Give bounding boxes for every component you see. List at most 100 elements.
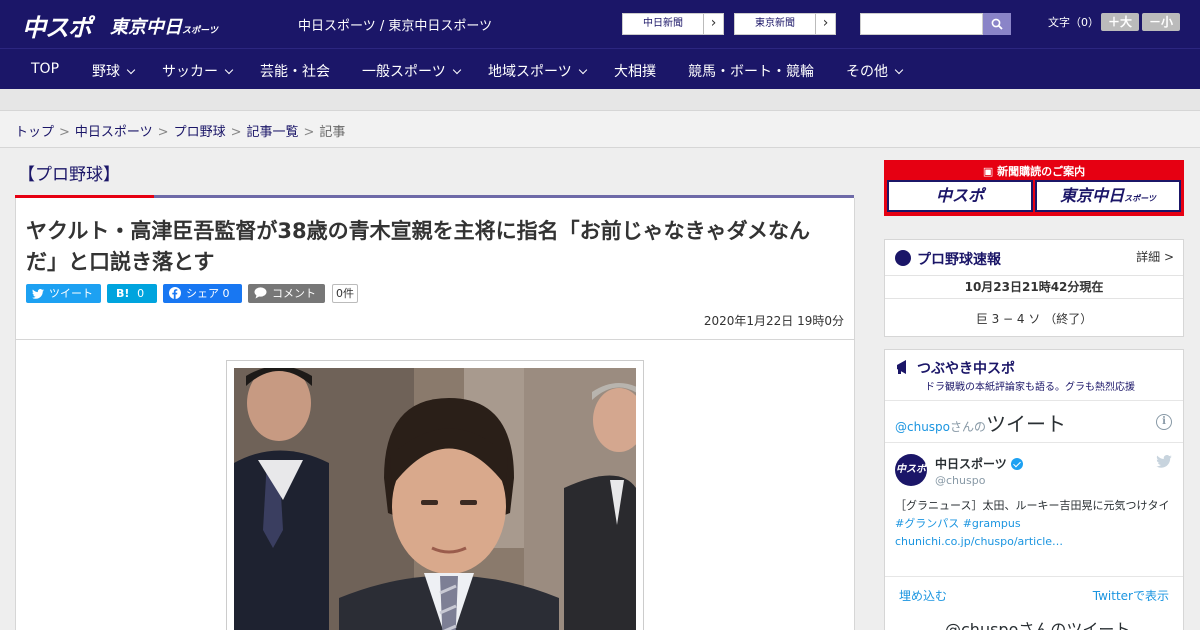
scores-detail-link[interactable]: 詳細 > (1136, 248, 1174, 265)
category-heading: 【プロ野球】 (18, 165, 120, 185)
view-on-twitter-link[interactable]: Twitterで表示 (1093, 587, 1169, 604)
search-icon (991, 18, 1003, 30)
hatena-count: 0 (137, 287, 145, 300)
breadcrumb-separator: > (303, 125, 315, 140)
newspaper-icon: ▣ (982, 165, 994, 178)
nav-item-local-sports[interactable]: 地域スポーツ (488, 61, 587, 81)
game-score[interactable]: 巨 3 − 4 ソ （終了） (885, 310, 1183, 327)
tokyo-shimbun-link[interactable]: 東京新聞 › (734, 13, 836, 35)
chevron-down-icon (452, 65, 461, 75)
tokyo-chunichi-logo[interactable]: 東京中日スポーツ (110, 13, 218, 39)
top-header: 中スポ 東京中日スポーツ 中日スポーツ / 東京中日スポーツ 中日新聞 › 東京… (0, 0, 1200, 48)
facebook-icon (169, 287, 181, 299)
nav-item-label: 野球 (92, 64, 120, 80)
timeline-handle[interactable]: @chuspo (895, 420, 950, 434)
tweet-account-name[interactable]: 中日スポーツ (935, 455, 1023, 472)
chunichi-shimbun-label: 中日新聞 (643, 18, 683, 29)
timeline-heading: @chuspoさんのツイート (895, 408, 1066, 437)
nav-item-label: 一般スポーツ (362, 64, 446, 80)
breadcrumb-top[interactable]: トップ (15, 125, 54, 140)
nav-item-label: 地域スポーツ (488, 64, 572, 80)
hatena-button[interactable]: B! 0 (107, 284, 157, 303)
tweet-label: ツイート (49, 287, 93, 300)
megaphone-icon (897, 360, 906, 374)
header-spacer (0, 89, 1200, 111)
tweet-account-handle[interactable]: @chuspo (935, 474, 985, 487)
nav-item-label: 大相撲 (614, 64, 656, 80)
twitter-widget-title: つぶやき中スポ (917, 361, 1015, 377)
font-size-label: 文字（0） (1048, 16, 1099, 29)
info-icon[interactable]: i (1156, 414, 1172, 430)
main-nav: TOP 野球 サッカー 芸能・社会 一般スポーツ 地域スポーツ 大相撲 競馬・ボ… (0, 48, 1200, 89)
breadcrumb-chunichi-sports[interactable]: 中日スポーツ (75, 125, 153, 140)
comment-button[interactable]: コメント (248, 284, 325, 303)
article-header: ヤクルト・高津臣吾監督が38歳の青木宣親を主将に指名「お前じゃなきゃダメなんだ」… (15, 198, 855, 340)
tweet-button[interactable]: ツイート (26, 284, 101, 303)
avatar[interactable]: 中スポ (895, 454, 927, 486)
scores-timestamp: 10月23日21時42分現在 (885, 275, 1183, 299)
subscription-banner[interactable]: ▣ 新聞購読のご案内 中スポ 東京中日スポーツ (884, 160, 1184, 216)
timeline-footer: 埋め込む Twitterで表示 (885, 576, 1183, 616)
twitter-widget: つぶやき中スポ ドラ観戦の本紙評論家も語る。グラも熱烈応援 @chuspoさんの… (884, 349, 1184, 630)
nav-item-soccer[interactable]: サッカー (162, 61, 234, 81)
nav-item-others[interactable]: その他 (846, 61, 904, 81)
chunichi-shimbun-link[interactable]: 中日新聞 › (622, 13, 724, 35)
chevron-down-icon (578, 65, 587, 75)
search-input[interactable] (860, 13, 983, 35)
facebook-share-label: シェア (186, 287, 219, 300)
article-date: 2020年1月22日 19時0分 (703, 314, 844, 328)
article-photo[interactable] (234, 368, 636, 630)
timeline-tweet-word: ツイート (986, 412, 1067, 436)
twitter-bird-icon[interactable] (1156, 455, 1172, 468)
tweet-hashtags[interactable]: #グランパス #grampus (895, 517, 1021, 530)
font-smaller-button[interactable]: －小 (1142, 13, 1180, 31)
subscribe-tokyo-sub: スポーツ (1124, 194, 1156, 203)
tokyo-shimbun-label: 東京新聞 (755, 18, 795, 29)
scores-title: プロ野球速報 (917, 252, 1001, 268)
speech-bubble-icon (254, 287, 267, 299)
breadcrumb-separator: > (59, 125, 70, 140)
subscribe-tokyo-link[interactable]: 東京中日スポーツ (1035, 180, 1181, 212)
chuspo-logo[interactable]: 中スポ (22, 8, 92, 43)
nav-item-racing[interactable]: 競馬・ボート・競輪 (688, 61, 814, 81)
breadcrumb-separator: > (157, 125, 169, 140)
nav-item-label: 芸能・社会 (260, 64, 330, 80)
nav-item-general-sports[interactable]: 一般スポーツ (362, 61, 461, 81)
nav-item-baseball[interactable]: 野球 (92, 61, 136, 81)
baseball-icon (895, 250, 911, 266)
nav-item-label: TOP (31, 61, 60, 77)
nav-item-sumo[interactable]: 大相撲 (614, 61, 656, 81)
nav-item-label: 競馬・ボート・競輪 (688, 64, 814, 80)
tweet-account-name-text: 中日スポーツ (935, 457, 1007, 471)
tweet-link[interactable]: chunichi.co.jp/chuspo/article… (895, 535, 1063, 548)
search-button[interactable] (983, 13, 1011, 35)
baseball-scores-widget: プロ野球速報 詳細 > 10月23日21時42分現在 巨 3 − 4 ソ （終了… (884, 239, 1184, 337)
breadcrumb-article-list[interactable]: 記事一覧 (247, 125, 299, 140)
font-larger-button[interactable]: ＋大 (1101, 13, 1139, 31)
subscribe-chuspo-link[interactable]: 中スポ (887, 180, 1033, 212)
breadcrumb-bar: トップ > 中日スポーツ > プロ野球 > 記事一覧 > 記事 (0, 111, 1200, 148)
breadcrumb-pro-baseball[interactable]: プロ野球 (174, 125, 226, 140)
comment-label: コメント (272, 287, 316, 300)
tokyo-chunichi-logo-sub: スポーツ (182, 26, 218, 36)
chevron-down-icon (894, 65, 904, 75)
chevron-right-icon: › (815, 14, 835, 34)
nav-item-top[interactable]: TOP (31, 61, 59, 77)
site-title[interactable]: 中日スポーツ / 東京中日スポーツ (298, 15, 492, 34)
article-photo-box (15, 339, 855, 630)
tokyo-chunichi-logo-text: 東京中日 (110, 17, 182, 38)
chevron-down-icon (126, 65, 136, 75)
embed-link[interactable]: 埋め込む (899, 587, 947, 604)
nav-item-entertainment[interactable]: 芸能・社会 (260, 61, 330, 81)
subscribe-tokyo-label: 東京中日 (1060, 186, 1125, 205)
article-photo-frame (226, 360, 644, 630)
tweet-text: ［グラニュース］太田、ルーキー吉田晃に元気つけタイ (895, 499, 1170, 512)
twitter-widget-subtitle: ドラ観戦の本紙評論家も語る。グラも熱烈応援 (925, 382, 1135, 393)
breadcrumb-separator: > (230, 125, 242, 140)
hatena-icon: B! (116, 287, 130, 300)
subscription-title-text: 新聞購読のご案内 (997, 165, 1086, 178)
article-headline: ヤクルト・高津臣吾監督が38歳の青木宣親を主将に指名「お前じゃなきゃダメなんだ」… (26, 219, 810, 274)
facebook-share-button[interactable]: シェア 0 (163, 284, 242, 303)
timeline-header: @chuspoさんのツイート i (885, 400, 1183, 443)
nav-item-label: サッカー (162, 64, 218, 80)
